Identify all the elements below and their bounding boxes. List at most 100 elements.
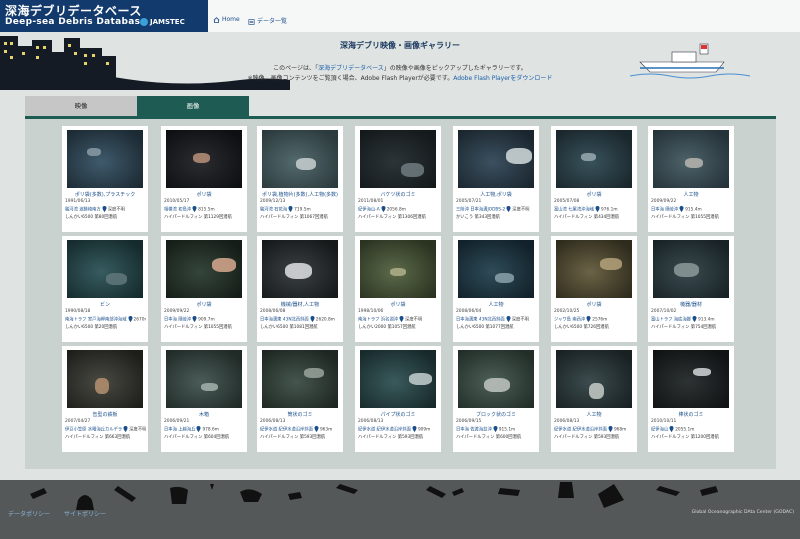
gallery-card-title[interactable]: ポリ袋 [161, 191, 247, 198]
gallery-card-location[interactable]: 三陸沖 日本海溝JODBS-2 深度不明 [456, 206, 537, 213]
gallery-card-location[interactable]: 日本海 隠岐沖 915.4m [651, 206, 732, 213]
nav-home[interactable]: Home [213, 16, 240, 23]
gallery-card-title[interactable]: 機械/器材,人工物 [257, 301, 343, 308]
gallery-thumbnail[interactable] [67, 350, 143, 408]
gallery-card-location-name[interactable]: ジャワ島 南西沖 [554, 318, 585, 323]
gallery-card-location[interactable]: 伊豆小笠原 水曜海丘カルデラ 深度不明 [65, 426, 146, 433]
gallery-thumbnail[interactable] [360, 240, 436, 298]
gallery-card-location[interactable]: 紀伊海山-A 2056.8m [358, 206, 439, 213]
gallery-card-title[interactable]: ポリ袋(多数),プラスチック [62, 191, 148, 198]
gallery-card-location[interactable]: 富山湾 七尾湾沖海域 976.1m [554, 206, 635, 213]
gallery-card-location[interactable]: 日本海 佐渡海盆沖 915.1m [456, 426, 537, 433]
gallery-card-location[interactable]: 紀伊水道 紀伊水道沿岸斜面 968m [554, 426, 635, 433]
gallery-card[interactable]: 人工物 2008/06/04 日本海溝東 43N北西斜面 深度不明 しんかい6500 第… [453, 236, 539, 342]
gallery-card[interactable]: ポリ袋,植物片(多数),人工物(多数) 2009/12/13 駿河湾 石花海 719.… [257, 126, 343, 232]
gallery-card[interactable]: ポリ袋 2002/10/25 ジャワ島 南西沖 2576m しんかい6500 第726回… [551, 236, 637, 342]
gallery-card[interactable]: ポリ袋 2010/05/17 相模湾 初島沖 815.5m ハイパードルフィン 第112… [161, 126, 247, 232]
gallery-card-title[interactable]: 機器/器材 [648, 301, 734, 308]
gallery-card-location-name[interactable]: 日本海 佐渡海盆沖 [456, 428, 492, 433]
footer-data-policy-link[interactable]: データポリシー [8, 509, 50, 518]
gallery-thumbnail[interactable] [556, 240, 632, 298]
gallery-card-title[interactable]: 人工物 [551, 411, 637, 418]
gallery-card-location-name[interactable]: 日本海 隠岐沖 [164, 318, 191, 323]
gallery-thumbnail[interactable] [67, 130, 143, 188]
gallery-card-location-name[interactable]: 駿河湾 波勝崎南方 [65, 208, 101, 213]
gallery-card-location[interactable]: 日本海溝東 43N北西斜面 2620.8m [260, 316, 341, 323]
gallery-card-location-name[interactable]: 紀伊水道 紀伊水道沿岸斜面 [260, 428, 313, 433]
gallery-card-location[interactable]: ジャワ島 南西沖 2576m [554, 316, 635, 323]
nav-data-list[interactable]: データ一覧 [248, 16, 287, 25]
gallery-card-location[interactable]: 日本海 上越海丘 978.6m [164, 426, 245, 433]
footer-site-policy-link[interactable]: サイトポリシー [64, 509, 106, 518]
gallery-card-title[interactable]: 缶型の鉄板 [62, 411, 148, 418]
gallery-card[interactable]: 人工物,ポリ袋 2005/07/21 三陸沖 日本海溝JODBS-2 深度不明 かいこう… [453, 126, 539, 232]
gallery-card-location[interactable]: 紀伊水道 紀伊水道沿岸斜面 963m [260, 426, 341, 433]
gallery-card-title[interactable]: 棒状のゴミ [648, 411, 734, 418]
gallery-card[interactable]: バケツ状のゴミ 2011/08/01 紀伊海山-A 2056.8m ハイパードルフィン … [355, 126, 441, 232]
gallery-card-location-name[interactable]: 日本海 隠岐沖 [651, 208, 678, 213]
gallery-card-location-name[interactable]: 紀伊水道 紀伊水道沿岸斜面 [358, 428, 411, 433]
gallery-thumbnail[interactable] [458, 240, 534, 298]
gallery-card-location-name[interactable]: 相模湾 初島沖 [164, 208, 191, 213]
gallery-card-title[interactable]: ブロック状のゴミ [453, 411, 539, 418]
gallery-card-location-name[interactable]: 紀伊海山-A [358, 208, 380, 213]
gallery-card-title[interactable]: 人工物 [453, 301, 539, 308]
gallery-card-location-name[interactable]: 南海トラフ 室戸海岬南部沖海域 [65, 318, 127, 323]
gallery-card-title[interactable]: ビン [62, 301, 148, 308]
gallery-card-location-name[interactable]: 紀伊海山 [651, 428, 668, 433]
gallery-card-title[interactable]: 木箱 [161, 411, 247, 418]
gallery-card-location-name[interactable]: 日本海溝東 43N北西斜面 [260, 318, 309, 323]
gallery-card[interactable]: ビン1990/08/18 南海トラフ 室戸海岬南部沖海域 2670m しんかい6500… [62, 236, 148, 342]
gallery-card-location[interactable]: 相模湾 初島沖 815.5m [164, 206, 245, 213]
gallery-card-location[interactable]: 紀伊水道 紀伊水道沿岸斜面 909m [358, 426, 439, 433]
gallery-card-location-name[interactable]: 日本海 上越海丘 [164, 428, 195, 433]
gallery-card-location-name[interactable]: 紀伊水道 紀伊水道沿岸斜面 [554, 428, 607, 433]
gallery-thumbnail[interactable] [458, 130, 534, 188]
gallery-card-location-name[interactable]: 日本海溝東 43N北西斜面 [456, 318, 505, 323]
gallery-card-title[interactable]: ポリ袋 [551, 191, 637, 198]
gallery-card[interactable]: ポリ袋 2009/09/22 日本海 隠岐沖 909.7m ハイパードルフィン 第105… [161, 236, 247, 342]
gallery-thumbnail[interactable] [653, 240, 729, 298]
gallery-card-title[interactable]: パイプ状のゴミ [355, 411, 441, 418]
gallery-thumbnail[interactable] [262, 350, 338, 408]
gallery-thumbnail[interactable] [556, 130, 632, 188]
gallery-card[interactable]: 機器/器材 2007/10/02 富山トラフ 海底海脚 913.4m ハイパードルフィン… [648, 236, 734, 342]
gallery-card[interactable]: 筒状のゴミ 2006/08/13 紀伊水道 紀伊水道沿岸斜面 963m ハイパードルフィ… [257, 346, 343, 452]
gallery-thumbnail[interactable] [262, 240, 338, 298]
gallery-card[interactable]: ポリ袋 1998/10/06 南海トラフ 浜名湖沖 深度不明 しんかい2000 第105… [355, 236, 441, 342]
gallery-card-title[interactable]: ポリ袋,植物片(多数),人工物(多数) [257, 191, 343, 198]
gallery-thumbnail[interactable] [166, 350, 242, 408]
gallery-card-location[interactable]: 紀伊海山 2055.1m [651, 426, 732, 433]
gallery-thumbnail[interactable] [262, 130, 338, 188]
gallery-thumbnail[interactable] [653, 130, 729, 188]
gallery-card[interactable]: 機械/器材,人工物 2008/06/08 日本海溝東 43N北西斜面 2620.8m し… [257, 236, 343, 342]
gallery-card[interactable]: 人工物 2006/08/13 紀伊水道 紀伊水道沿岸斜面 968m ハイパードルフィン … [551, 346, 637, 452]
gallery-card-location-name[interactable]: 南海トラフ 浜名湖沖 [358, 318, 398, 323]
gallery-card[interactable]: ブロック状のゴミ 2006/09/15 日本海 佐渡海盆沖 915.1m ハイパードルフ… [453, 346, 539, 452]
gallery-thumbnail[interactable] [653, 350, 729, 408]
tab-image[interactable]: 画像 [137, 96, 249, 116]
gallery-card-title[interactable]: 人工物,ポリ袋 [453, 191, 539, 198]
gallery-card[interactable]: ポリ袋 2005/07/08 富山湾 七尾湾沖海域 976.1m ハイパードルフィン 第… [551, 126, 637, 232]
gallery-card-location-name[interactable]: 駿河湾 石花海 [260, 208, 287, 213]
gallery-card-title[interactable]: ポリ袋 [355, 301, 441, 308]
gallery-card[interactable]: 缶型の鉄板 2007/04/27 伊豆小笠原 水曜海丘カルデラ 深度不明 ハイパードルフ… [62, 346, 148, 452]
gallery-card-location-name[interactable]: 富山湾 七尾湾沖海域 [554, 208, 594, 213]
gallery-card-location[interactable]: 南海トラフ 室戸海岬南部沖海域 2670m [65, 316, 146, 323]
gallery-card[interactable]: 人工物 2009/09/22 日本海 隠岐沖 915.4m ハイパードルフィン 第105… [648, 126, 734, 232]
intro-database-link[interactable]: 深海デブリデータベース [318, 65, 384, 72]
gallery-card[interactable]: パイプ状のゴミ 2006/08/13 紀伊水道 紀伊水道沿岸斜面 909m ハイパードル… [355, 346, 441, 452]
gallery-card-location[interactable]: 富山トラフ 海底海脚 913.4m [651, 316, 732, 323]
gallery-thumbnail[interactable] [360, 130, 436, 188]
gallery-card-location[interactable]: 日本海溝東 43N北西斜面 深度不明 [456, 316, 537, 323]
gallery-thumbnail[interactable] [166, 240, 242, 298]
site-logo[interactable]: 深海デブリデータベース Deep-sea Debris Database JAM… [0, 0, 208, 32]
gallery-card-title[interactable]: ポリ袋 [161, 301, 247, 308]
flash-download-link[interactable]: Adobe Flash Playerをダウンロード [453, 75, 552, 82]
gallery-card-location[interactable]: 駿河湾 波勝崎南方 深度不明 [65, 206, 146, 213]
gallery-card-title[interactable]: 筒状のゴミ [257, 411, 343, 418]
gallery-card-title[interactable]: バケツ状のゴミ [355, 191, 441, 198]
gallery-card-location-name[interactable]: 富山トラフ 海底海脚 [651, 318, 691, 323]
gallery-card-title[interactable]: 人工物 [648, 191, 734, 198]
gallery-card-location[interactable]: 南海トラフ 浜名湖沖 深度不明 [358, 316, 439, 323]
